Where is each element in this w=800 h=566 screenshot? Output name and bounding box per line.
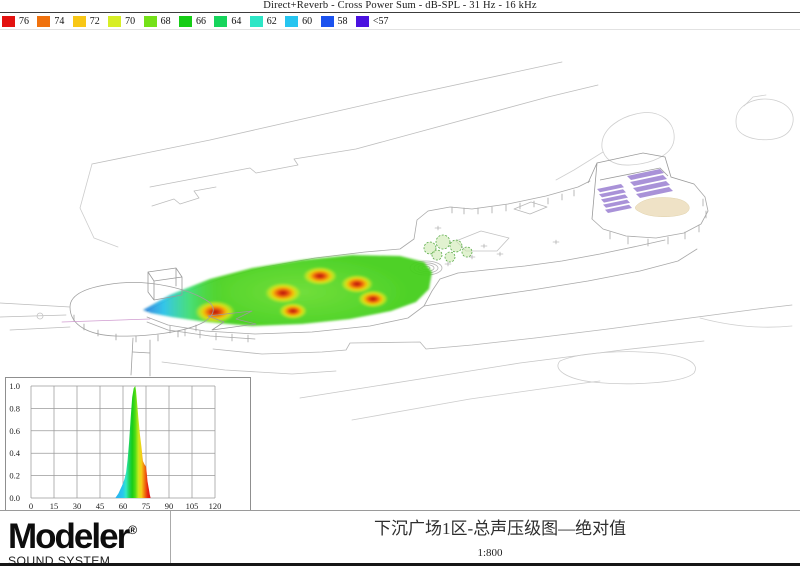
svg-text:0.0: 0.0 — [9, 493, 20, 503]
legend-label: 74 — [54, 16, 64, 27]
footer: Modeler® SOUND SYSTEM SOFTWARE 下沉广场1区-总声… — [0, 510, 800, 566]
legend-label: <57 — [373, 16, 389, 27]
trees-group — [424, 235, 472, 262]
legend-swatch — [2, 16, 15, 27]
spl-hotspot — [279, 303, 307, 319]
histogram-distribution — [115, 386, 150, 498]
legend-item: 58 — [321, 15, 356, 28]
legend-swatch — [356, 16, 369, 27]
legend-label: 62 — [267, 16, 277, 27]
legend-item: 74 — [37, 15, 72, 28]
legend-swatch — [214, 16, 227, 27]
legend-label: 60 — [302, 16, 312, 27]
legend-label: 64 — [231, 16, 241, 27]
footer-divider — [170, 511, 171, 563]
svg-text:1.0: 1.0 — [9, 381, 20, 391]
legend-item: 68 — [144, 15, 179, 28]
legend-swatch — [179, 16, 192, 27]
svg-text:0.2: 0.2 — [9, 471, 20, 481]
site-outline-lines — [80, 62, 793, 327]
legend-item: 72 — [73, 15, 108, 28]
legend-item: 66 — [179, 15, 214, 28]
spl-hotspot — [303, 267, 337, 285]
report-title: Direct+Reverb - Cross Power Sum - dB-SPL… — [0, 0, 800, 12]
legend-item: 76 — [2, 15, 37, 28]
svg-text:0.6: 0.6 — [9, 426, 20, 436]
drawing-scale: 1:800 — [430, 547, 550, 559]
spl-hotspot — [341, 275, 373, 293]
modeler-logo: Modeler® SOUND SYSTEM SOFTWARE — [8, 513, 168, 566]
legend-swatch — [108, 16, 121, 27]
legend-swatch — [285, 16, 298, 27]
legend-item: 64 — [214, 15, 249, 28]
spl-hotspot — [195, 301, 235, 323]
svg-text:0.8: 0.8 — [9, 403, 20, 413]
modeler-report-page: Direct+Reverb - Cross Power Sum - dB-SPL… — [0, 0, 800, 566]
spl-histogram-chart: 01530456075901051201.00.80.60.40.20.0 — [6, 378, 250, 511]
legend-swatch — [321, 16, 334, 27]
registered-mark: ® — [128, 523, 137, 537]
svg-text:0.4: 0.4 — [9, 448, 20, 458]
legend-item: <57 — [356, 15, 391, 28]
spl-hotspot — [265, 283, 301, 303]
legend-swatch — [144, 16, 157, 27]
histogram-y-labels: 1.0 0.8 0.6 0.4 0.2 0.0 — [9, 381, 20, 503]
legend-label: 76 — [19, 16, 29, 27]
legend-swatch — [73, 16, 86, 27]
spl-hotspot — [358, 291, 388, 308]
stairs-structure — [588, 153, 694, 219]
histogram-grid — [31, 386, 215, 498]
legend-label: 72 — [90, 16, 100, 27]
legend-swatch — [250, 16, 263, 27]
legend-label: 70 — [125, 16, 135, 27]
spl-color-legend: 76 74 72 70 68 66 64 62 60 58 <57 — [0, 13, 800, 30]
spl-histogram-panel: 01530456075901051201.00.80.60.40.20.0 — [5, 377, 251, 512]
sand-area — [635, 197, 689, 216]
legend-label: 58 — [338, 16, 348, 27]
report-title-bar: Direct+Reverb - Cross Power Sum - dB-SPL… — [0, 0, 800, 13]
legend-label: 68 — [161, 16, 171, 27]
legend-item: 60 — [285, 15, 320, 28]
drawing-title: 下沉广场1区-总声压级图—绝对值 — [374, 514, 626, 539]
legend-item: 62 — [250, 15, 285, 28]
modeler-logo-text: Modeler® — [8, 513, 168, 554]
legend-item: 70 — [108, 15, 143, 28]
legend-swatch — [37, 16, 50, 27]
legend-label: 66 — [196, 16, 206, 27]
